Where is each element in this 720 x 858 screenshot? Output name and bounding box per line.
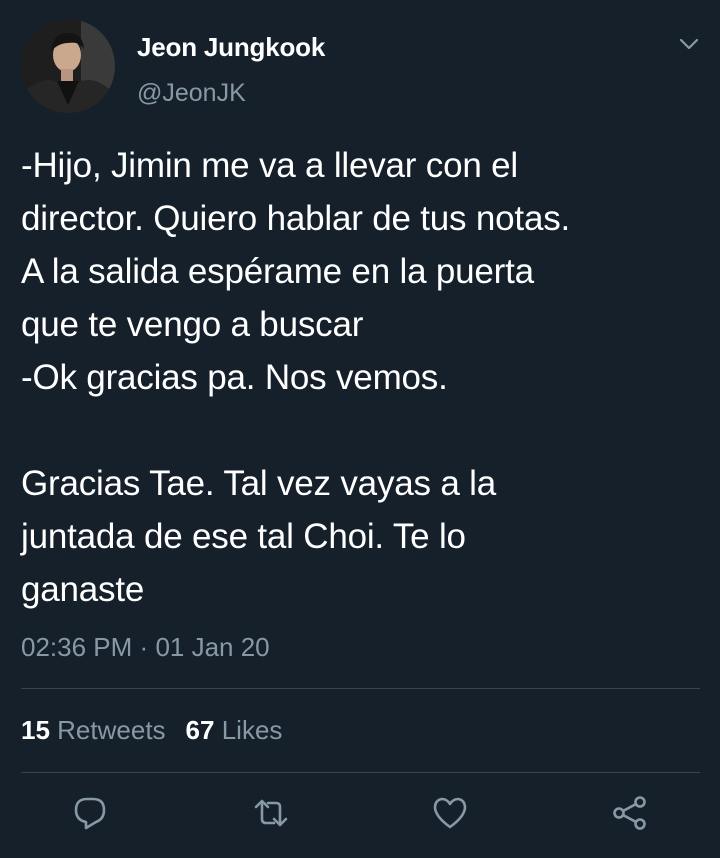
retweets-stat[interactable]: 15 Retweets <box>21 715 166 745</box>
display-name[interactable]: Jeon Jungkook <box>137 32 325 63</box>
likes-label: Likes <box>221 715 283 745</box>
heart-icon <box>433 797 467 829</box>
retweets-count: 15 <box>21 715 50 745</box>
tweet-time: 02:36 PM <box>21 632 133 662</box>
like-button[interactable] <box>432 795 468 831</box>
tweet-timestamp[interactable]: 02:36 PM · 01 Jan 20 <box>21 632 270 663</box>
reply-button[interactable] <box>72 795 108 831</box>
likes-stat[interactable]: 67 Likes <box>186 715 283 745</box>
chevron-down-icon[interactable] <box>678 36 700 52</box>
meta-separator: · <box>139 632 149 662</box>
tweet-detail: Jeon Jungkook @JeonJK -Hijo, Jimin me va… <box>0 0 720 858</box>
likes-count: 67 <box>185 715 215 745</box>
profile-photo-icon <box>21 19 115 113</box>
retweet-icon <box>254 799 288 827</box>
tweet-date: 01 Jan 20 <box>155 632 270 662</box>
share-icon <box>613 796 646 830</box>
avatar[interactable] <box>21 19 115 113</box>
user-handle[interactable]: @JeonJK <box>137 79 246 108</box>
reply-icon <box>74 797 106 830</box>
share-button[interactable] <box>612 795 648 831</box>
retweets-label: Retweets <box>57 715 166 745</box>
retweet-button[interactable] <box>253 795 289 831</box>
divider <box>21 772 700 773</box>
tweet-text: -Hijo, Jimin me va a llevar con el direc… <box>21 146 571 609</box>
divider <box>21 688 700 689</box>
engagement-stats: 15 Retweets 67 Likes <box>21 715 282 746</box>
